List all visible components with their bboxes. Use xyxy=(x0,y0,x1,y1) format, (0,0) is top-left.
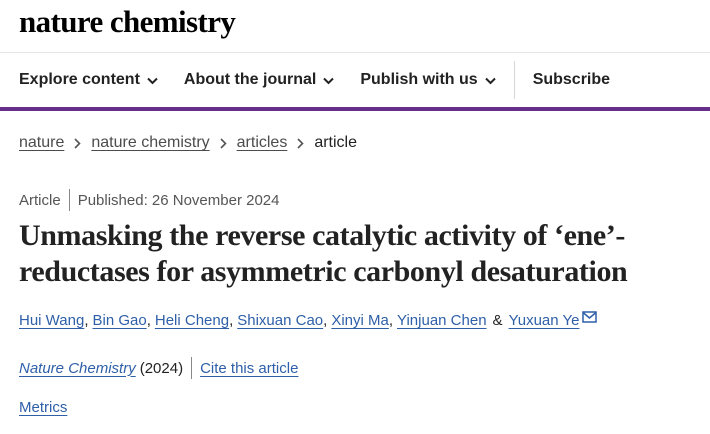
nav-item-label: About the journal xyxy=(183,71,317,88)
accent-bar xyxy=(0,107,710,111)
author-link[interactable]: Shixuan Cao xyxy=(237,312,323,329)
nav-subscribe[interactable]: Subscribe xyxy=(533,71,610,89)
journal-link[interactable]: Nature Chemistry xyxy=(19,360,136,377)
author-link[interactable]: Heli Cheng xyxy=(155,312,229,329)
cite-divider xyxy=(191,357,193,379)
envelope-icon[interactable] xyxy=(582,310,598,323)
chevron-down-icon xyxy=(147,77,158,85)
article-type: Article xyxy=(19,191,61,209)
chevron-right-icon xyxy=(297,137,304,149)
chevron-down-icon xyxy=(323,77,335,85)
citation-line: Nature Chemistry (2024) Cite this articl… xyxy=(19,357,298,379)
author-separator: , xyxy=(323,312,328,329)
author-separator: & xyxy=(492,312,503,329)
author-link[interactable]: Hui Wang xyxy=(19,312,84,329)
author-separator: , xyxy=(229,312,234,329)
nav-item-label: Explore content xyxy=(19,71,140,88)
author-link[interactable]: Xinyi Ma xyxy=(331,312,389,329)
author-list: Hui Wang, Bin Gao, Heli Cheng, Shixuan C… xyxy=(19,310,598,329)
author-link[interactable]: Yinjuan Chen xyxy=(397,312,487,329)
author-link[interactable]: Bin Gao xyxy=(92,312,146,329)
publication-year: (2024) xyxy=(139,359,184,377)
meta-divider xyxy=(68,189,70,211)
main-nav: Explore content About the journal Publis… xyxy=(0,53,710,107)
published-date: Published: 26 November 2024 xyxy=(77,191,280,209)
article-title: Unmasking the reverse catalytic activity… xyxy=(19,219,628,288)
breadcrumb: nature nature chemistry articles article xyxy=(19,134,357,152)
nav-about-journal[interactable]: About the journal xyxy=(183,71,335,89)
author-separator: , xyxy=(388,312,394,329)
breadcrumb-link-nature-chemistry[interactable]: nature chemistry xyxy=(91,134,209,152)
nav-item-label: Subscribe xyxy=(532,71,611,88)
site-logo[interactable]: nature chemistry xyxy=(19,4,236,40)
chevron-down-icon xyxy=(484,77,496,85)
breadcrumb-link-nature[interactable]: nature xyxy=(19,134,64,152)
nav-item-label: Publish with us xyxy=(360,71,478,88)
author-separator: , xyxy=(84,312,89,329)
chevron-right-icon xyxy=(220,137,227,149)
nav-publish-with-us[interactable]: Publish with us xyxy=(360,71,496,89)
breadcrumb-link-articles[interactable]: articles xyxy=(237,134,288,152)
nav-explore-content[interactable]: Explore content xyxy=(19,71,158,89)
author-link-corresponding[interactable]: Yuxuan Ye xyxy=(509,312,580,329)
author-separator: , xyxy=(146,312,151,329)
metrics-link[interactable]: Metrics xyxy=(19,399,67,416)
breadcrumb-current: article xyxy=(314,134,358,151)
article-meta: Article Published: 26 November 2024 xyxy=(19,189,279,211)
cite-this-article-link[interactable]: Cite this article xyxy=(200,360,298,377)
nav-divider xyxy=(513,61,515,99)
chevron-right-icon xyxy=(74,137,82,149)
